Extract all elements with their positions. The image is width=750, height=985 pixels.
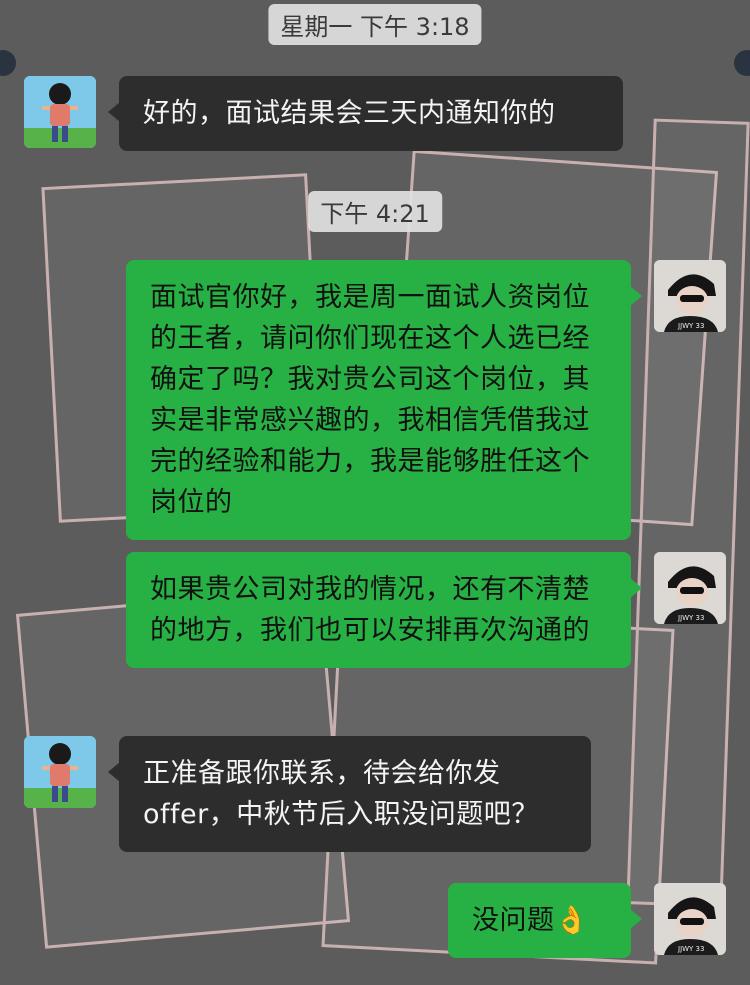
message-bubble[interactable]: 没问题👌 [448,883,642,958]
user-avatar[interactable]: JJWY 33 [654,883,726,955]
person-with-sunglasses-icon: JJWY 33 [654,260,726,332]
cartoon-character-icon [24,76,96,148]
user-avatar[interactable]: JJWY 33 [654,552,726,624]
message-bubble[interactable]: 如果贵公司对我的情况，还有不清楚的地方，我们也可以安排再次沟通的 [126,552,642,668]
contact-avatar[interactable] [24,76,96,148]
message-bubble[interactable]: 面试官你好，我是周一面试人资岗位的王者，请问你们现在这个人选已经确定了吗？我对贵… [126,260,642,540]
user-avatar[interactable]: JJWY 33 [654,260,726,332]
timestamp: 星期一 下午 3:18 [268,4,482,45]
person-with-sunglasses-icon: JJWY 33 [654,883,726,955]
cartoon-character-icon [24,736,96,808]
timestamp: 下午 4:21 [308,191,442,232]
shirt-text: JJWY 33 [677,322,704,330]
message-bubble[interactable]: 好的，面试结果会三天内通知你的 [108,76,623,151]
shirt-text: JJWY 33 [677,614,704,622]
person-with-sunglasses-icon: JJWY 33 [654,552,726,624]
contact-avatar[interactable] [24,736,96,808]
shirt-text: JJWY 33 [677,945,704,953]
message-bubble[interactable]: 正准备跟你联系，待会给你发offer，中秋节后入职没问题吧？ [108,736,591,852]
